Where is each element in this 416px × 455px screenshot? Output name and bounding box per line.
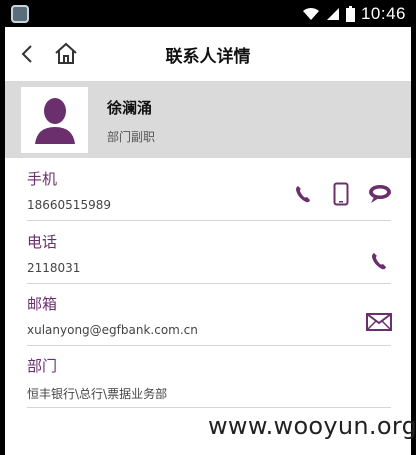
contact-name: 徐澜涌 (107, 99, 153, 117)
department-label: 部门 (27, 357, 58, 375)
department-field: 部门 恒丰银行\总行\票据业务部 (27, 345, 391, 408)
person-silhouette-icon (35, 98, 75, 144)
signal-icon (326, 8, 339, 20)
avatar (21, 87, 88, 153)
top-bar: 联系人详情 (5, 27, 411, 81)
mobile-label: 手机 (27, 170, 58, 188)
wifi-icon (302, 7, 319, 20)
email-label: 邮箱 (27, 295, 58, 313)
mobile-field: 手机 18660515989 (27, 158, 391, 221)
email-field: 邮箱 xulanyong@egfbank.com.cn (27, 283, 392, 346)
envelope-icon[interactable] (366, 313, 392, 331)
mobile-value: 18660515989 (27, 198, 111, 212)
page-title: 联系人详情 (165, 47, 251, 67)
battery-icon (345, 6, 355, 22)
phone-call-icon[interactable] (371, 251, 387, 271)
phone-value: 2118031 (27, 261, 81, 275)
phone-label: 电话 (27, 233, 58, 251)
device-frame-right (411, 0, 416, 455)
status-time: 10:46 (360, 4, 406, 23)
app-notification-icon (11, 5, 29, 23)
phone-field: 电话 2118031 (27, 221, 391, 284)
status-indicators: 10:46 (302, 4, 406, 24)
status-bar: 10:46 (0, 0, 416, 27)
mobile-icon[interactable] (333, 182, 349, 206)
contact-position: 部门副职 (107, 130, 156, 144)
department-value: 恒丰银行\总行\票据业务部 (27, 387, 168, 401)
chat-bubble-icon[interactable] (368, 184, 392, 204)
watermark: www.wooyun.org (208, 412, 416, 440)
phone-call-icon[interactable] (295, 184, 311, 204)
email-value: xulanyong@egfbank.com.cn (27, 323, 198, 337)
screen: 联系人详情 徐澜涌 部门副职 手机 18660515989 电话 2118031… (5, 27, 411, 455)
profile-card: 徐澜涌 部门副职 (5, 81, 411, 158)
